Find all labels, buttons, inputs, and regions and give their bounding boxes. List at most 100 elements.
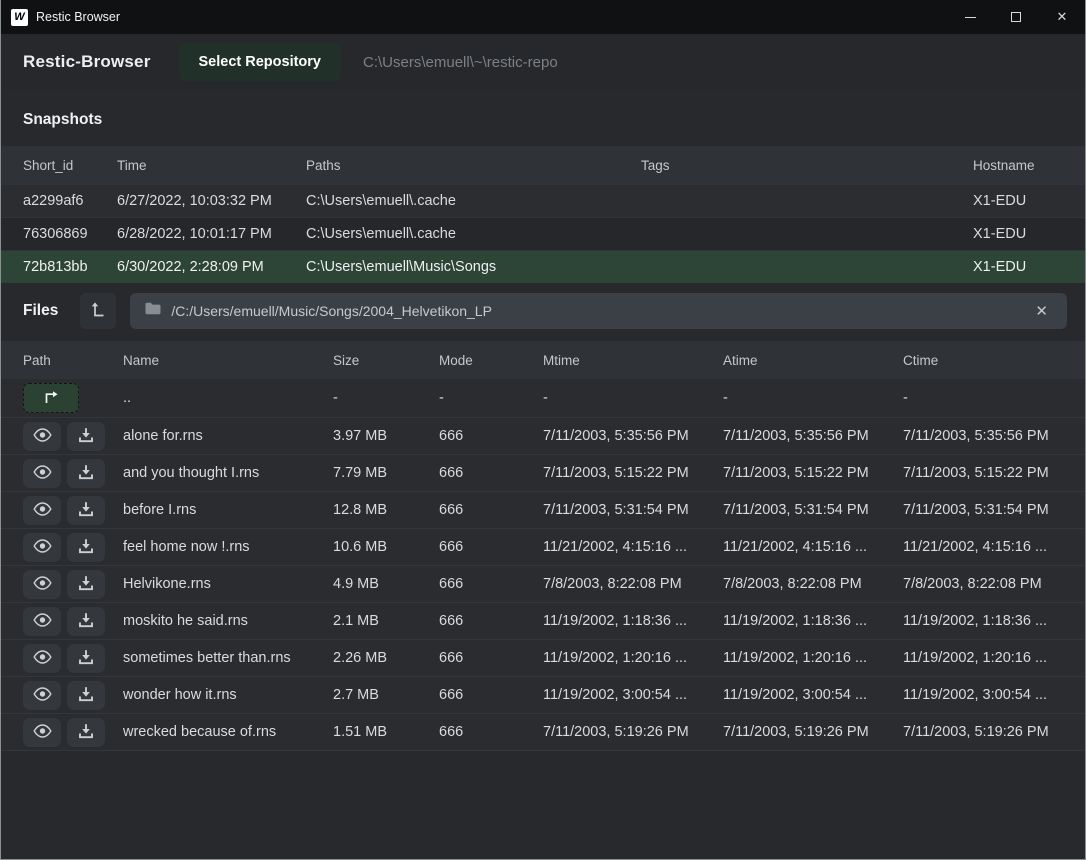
preview-file-button[interactable] bbox=[23, 496, 61, 525]
file-mode: - bbox=[439, 390, 543, 406]
file-actions bbox=[23, 718, 123, 747]
snapshot-hostname: X1-EDU bbox=[973, 226, 1071, 242]
file-name: alone for.rns bbox=[123, 428, 333, 444]
restore-tree-button[interactable] bbox=[80, 293, 116, 329]
snapshot-row[interactable]: 72b813bb6/30/2022, 2:28:09 PMC:\Users\em… bbox=[1, 250, 1085, 283]
file-size: 2.26 MB bbox=[333, 650, 439, 666]
preview-file-button[interactable] bbox=[23, 681, 61, 710]
snapshot-hostname: X1-EDU bbox=[973, 193, 1071, 209]
eye-icon bbox=[33, 428, 52, 445]
download-file-button[interactable] bbox=[67, 681, 105, 710]
snapshot-paths: C:\Users\emuell\.cache bbox=[306, 226, 641, 242]
eye-icon bbox=[33, 687, 52, 704]
download-file-button[interactable] bbox=[67, 459, 105, 488]
file-name: moskito he said.rns bbox=[123, 613, 333, 629]
file-mode: 666 bbox=[439, 650, 543, 666]
file-ctime: 7/11/2003, 5:15:22 PM bbox=[903, 465, 1071, 481]
file-atime: 7/11/2003, 5:15:22 PM bbox=[723, 465, 903, 481]
col-tags: Tags bbox=[641, 158, 973, 173]
file-atime: - bbox=[723, 390, 903, 406]
file-row: wrecked because of.rns1.51 MB6667/11/200… bbox=[1, 713, 1085, 750]
select-repository-button[interactable]: Select Repository bbox=[179, 43, 342, 81]
col-time: Time bbox=[117, 158, 306, 173]
file-size: - bbox=[333, 390, 439, 406]
download-file-button[interactable] bbox=[67, 533, 105, 562]
preview-file-button[interactable] bbox=[23, 644, 61, 673]
download-file-button[interactable] bbox=[67, 718, 105, 747]
preview-file-button[interactable] bbox=[23, 718, 61, 747]
download-icon bbox=[78, 612, 94, 631]
file-ctime: 7/11/2003, 5:19:26 PM bbox=[903, 724, 1071, 740]
col-short-id: Short_id bbox=[23, 158, 117, 173]
download-file-button[interactable] bbox=[67, 607, 105, 636]
file-row: sometimes better than.rns2.26 MB666 11/19… bbox=[1, 639, 1085, 676]
close-button[interactable]: ✕ bbox=[1039, 0, 1085, 34]
minimize-button[interactable] bbox=[947, 0, 993, 34]
download-file-button[interactable] bbox=[67, 422, 105, 451]
preview-file-button[interactable] bbox=[23, 570, 61, 599]
col-mode: Mode bbox=[439, 353, 543, 368]
file-actions bbox=[23, 533, 123, 562]
snapshot-row[interactable]: 763068696/28/2022, 10:01:17 PMC:\Users\e… bbox=[1, 217, 1085, 250]
preview-file-button[interactable] bbox=[23, 607, 61, 636]
download-icon bbox=[78, 501, 94, 520]
file-size: 1.51 MB bbox=[333, 724, 439, 740]
preview-file-button[interactable] bbox=[23, 459, 61, 488]
file-mode: 666 bbox=[439, 576, 543, 592]
app-title: Restic-Browser bbox=[23, 52, 151, 72]
snapshot-time: 6/27/2022, 10:03:32 PM bbox=[117, 193, 306, 209]
file-mtime: 7/11/2003, 5:19:26 PM bbox=[543, 724, 723, 740]
file-row: Helvikone.rns4.9 MB6667/8/2003, 8:22:08 … bbox=[1, 565, 1085, 602]
file-actions bbox=[23, 570, 123, 599]
file-row: and you thought I.rns7.79 MB6667/11/2003… bbox=[1, 454, 1085, 491]
file-mtime: 11/19/2002, 3:00:54 ... bbox=[543, 687, 723, 703]
file-atime: 7/11/2003, 5:19:26 PM bbox=[723, 724, 903, 740]
file-actions bbox=[23, 681, 123, 710]
file-row: alone for.rns3.97 MB6667/11/2003, 5:35:5… bbox=[1, 417, 1085, 454]
file-atime: 11/19/2002, 1:20:16 ... bbox=[723, 650, 903, 666]
file-ctime: 11/19/2002, 3:00:54 ... bbox=[903, 687, 1071, 703]
files-title: Files bbox=[23, 302, 58, 320]
col-mtime: Mtime bbox=[543, 353, 723, 368]
file-ctime: 7/11/2003, 5:31:54 PM bbox=[903, 502, 1071, 518]
download-file-button[interactable] bbox=[67, 496, 105, 525]
eye-icon bbox=[33, 613, 52, 630]
file-mtime: 7/11/2003, 5:15:22 PM bbox=[543, 465, 723, 481]
file-size: 10.6 MB bbox=[333, 539, 439, 555]
file-name: before I.rns bbox=[123, 502, 333, 518]
close-icon: ✕ bbox=[1057, 9, 1068, 25]
file-mode: 666 bbox=[439, 613, 543, 629]
download-icon bbox=[78, 538, 94, 557]
preview-file-button[interactable] bbox=[23, 422, 61, 451]
col-hostname: Hostname bbox=[973, 158, 1071, 173]
file-ctime: 11/19/2002, 1:18:36 ... bbox=[903, 613, 1071, 629]
col-paths: Paths bbox=[306, 158, 641, 173]
file-size: 12.8 MB bbox=[333, 502, 439, 518]
parent-directory-row: .. - - - - - bbox=[1, 379, 1085, 417]
empty-area bbox=[1, 750, 1085, 859]
file-name: wrecked because of.rns bbox=[123, 724, 333, 740]
file-actions bbox=[23, 459, 123, 488]
up-directory-button[interactable] bbox=[23, 383, 79, 413]
file-size: 3.97 MB bbox=[333, 428, 439, 444]
folder-icon bbox=[145, 302, 161, 320]
file-actions bbox=[23, 607, 123, 636]
col-size: Size bbox=[333, 353, 439, 368]
snapshot-time: 6/30/2022, 2:28:09 PM bbox=[117, 259, 306, 275]
preview-file-button[interactable] bbox=[23, 533, 61, 562]
download-icon bbox=[78, 686, 94, 705]
snapshot-row[interactable]: a2299af66/27/2022, 10:03:32 PMC:\Users\e… bbox=[1, 184, 1085, 217]
download-file-button[interactable] bbox=[67, 570, 105, 599]
file-name: sometimes better than.rns bbox=[123, 650, 333, 666]
file-atime: 11/21/2002, 4:15:16 ... bbox=[723, 539, 903, 555]
col-ctime: Ctime bbox=[903, 353, 1071, 368]
files-bar: Files /C:/Users/emuell/Music/Songs/2004_… bbox=[1, 283, 1085, 341]
file-name[interactable]: .. bbox=[123, 390, 333, 406]
file-atime: 11/19/2002, 3:00:54 ... bbox=[723, 687, 903, 703]
maximize-button[interactable] bbox=[993, 0, 1039, 34]
file-ctime: 7/8/2003, 8:22:08 PM bbox=[903, 576, 1071, 592]
download-file-button[interactable] bbox=[67, 644, 105, 673]
path-breadcrumb[interactable]: /C:/Users/emuell/Music/Songs/2004_Helvet… bbox=[130, 293, 1067, 329]
file-mtime: - bbox=[543, 390, 723, 406]
clear-path-button[interactable]: ✕ bbox=[1031, 298, 1052, 324]
